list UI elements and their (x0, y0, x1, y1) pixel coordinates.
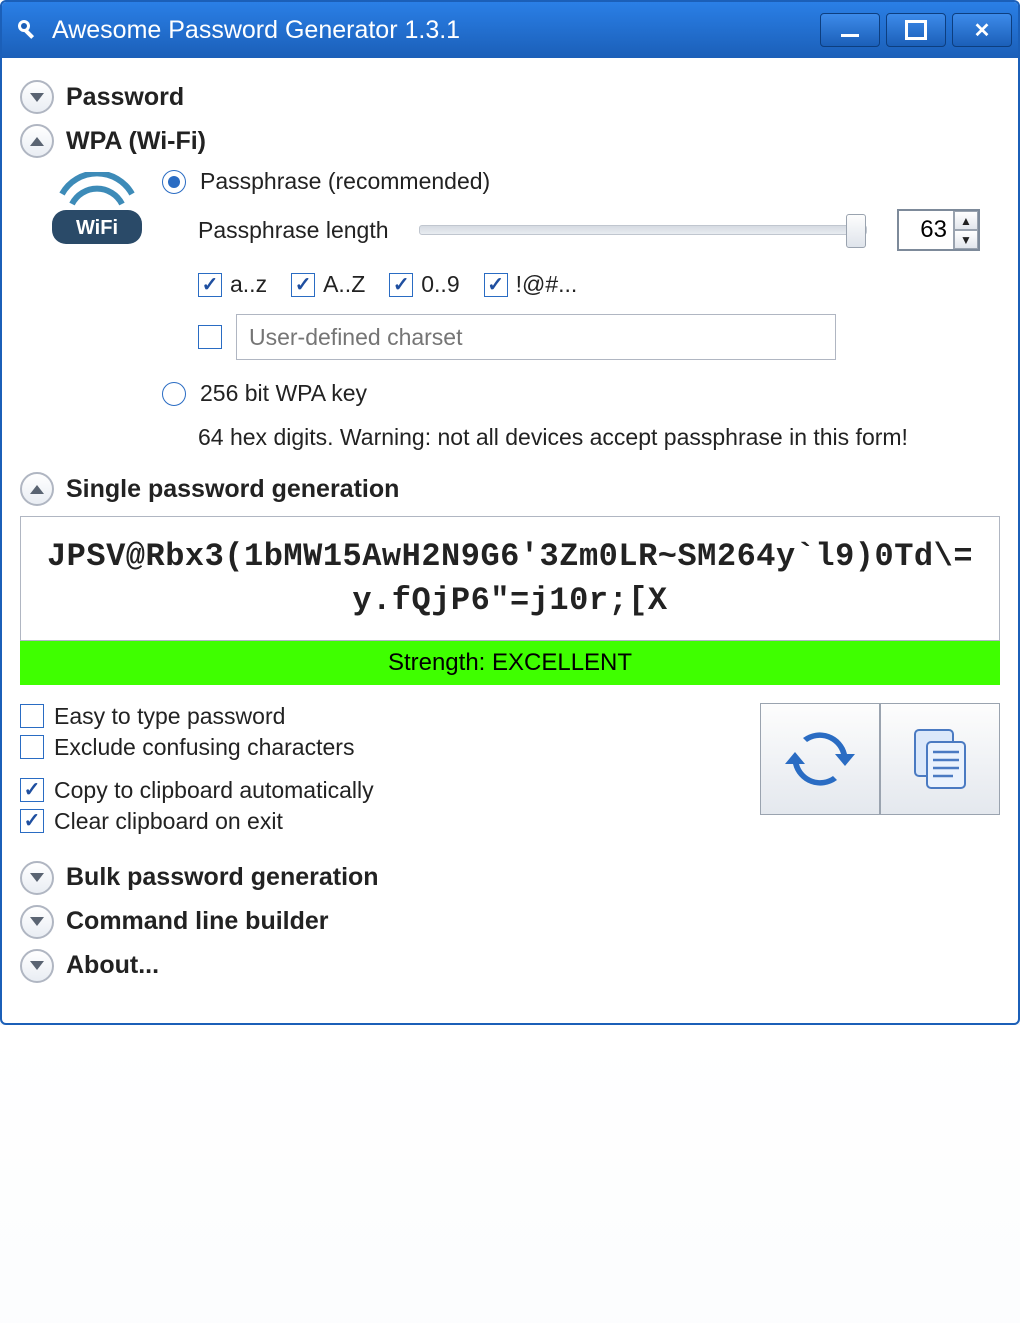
close-button[interactable] (952, 13, 1012, 47)
window-title: Awesome Password Generator 1.3.1 (52, 16, 820, 45)
length-spinner: ▲ ▼ (897, 209, 980, 251)
action-buttons (760, 703, 1000, 815)
label-easy: Easy to type password (54, 703, 285, 730)
checkbox-AZ[interactable] (291, 273, 315, 297)
label-exclude: Exclude confusing characters (54, 734, 354, 761)
section-bulk[interactable]: Bulk password generation (20, 861, 1000, 895)
chevron-down-icon[interactable] (20, 80, 54, 114)
chevron-up-icon[interactable] (20, 472, 54, 506)
titlebar: Awesome Password Generator 1.3.1 (2, 2, 1018, 58)
strength-bar: Strength: EXCELLENT (20, 641, 1000, 685)
checkbox-exclude[interactable] (20, 735, 44, 759)
label-digits: 0..9 (421, 271, 459, 298)
length-slider[interactable] (419, 225, 867, 235)
minimize-button[interactable] (820, 13, 880, 47)
checkbox-easy[interactable] (20, 704, 44, 728)
length-label: Passphrase length (198, 217, 389, 244)
window-controls (820, 13, 1012, 47)
length-row: Passphrase length ▲ ▼ (198, 209, 980, 251)
checkbox-symbols[interactable] (484, 273, 508, 297)
section-single-title: Single password generation (66, 475, 399, 504)
hex-note: 64 hex digits. Warning: not all devices … (198, 421, 980, 454)
refresh-icon (785, 724, 855, 794)
checkbox-copy[interactable] (20, 778, 44, 802)
chevron-down-icon[interactable] (20, 861, 54, 895)
wpakey-label: 256 bit WPA key (200, 380, 367, 407)
radio-wpakey[interactable] (162, 382, 186, 406)
label-copy: Copy to clipboard automatically (54, 777, 374, 804)
checkbox-digits[interactable] (389, 273, 413, 297)
app-icon (14, 16, 42, 44)
checkbox-clear[interactable] (20, 809, 44, 833)
slider-thumb[interactable] (846, 214, 866, 248)
section-about-title: About... (66, 951, 159, 980)
label-clear: Clear clipboard on exit (54, 808, 283, 835)
label-AZ: A..Z (323, 271, 365, 298)
options-row: Easy to type password Exclude confusing … (20, 703, 1000, 851)
generated-password[interactable]: JPSV@Rbx3(1bMW15AwH2N9G6'3Zm0LR~SM264y`l… (20, 516, 1000, 640)
userdef-input[interactable] (236, 314, 836, 360)
chevron-down-icon[interactable] (20, 905, 54, 939)
passphrase-radio-row[interactable]: Passphrase (recommended) (162, 168, 980, 195)
content-area: Password WPA (Wi-Fi) WiFi (2, 58, 1018, 983)
chevron-down-icon[interactable] (20, 949, 54, 983)
section-wpa-title: WPA (Wi-Fi) (66, 127, 206, 156)
regenerate-button[interactable] (760, 703, 880, 815)
copy-icon (903, 722, 977, 796)
maximize-button[interactable] (886, 13, 946, 47)
section-about[interactable]: About... (20, 949, 1000, 983)
section-single[interactable]: Single password generation (20, 472, 1000, 506)
chevron-up-icon[interactable] (20, 124, 54, 158)
length-input[interactable] (899, 211, 953, 249)
section-password-title: Password (66, 83, 184, 112)
section-password[interactable]: Password (20, 80, 1000, 114)
section-wpa[interactable]: WPA (Wi-Fi) (20, 124, 1000, 158)
wpakey-radio-row[interactable]: 256 bit WPA key (162, 380, 980, 407)
label-az: a..z (230, 271, 267, 298)
userdef-row (198, 314, 980, 360)
charset-row: a..z A..Z 0..9 !@#... (198, 271, 980, 298)
radio-passphrase[interactable] (162, 170, 186, 194)
wifi-icon: WiFi (42, 168, 162, 258)
section-bulk-title: Bulk password generation (66, 863, 379, 892)
svg-text:WiFi: WiFi (76, 217, 118, 239)
app-window: Awesome Password Generator 1.3.1 Passwor… (0, 0, 1020, 1025)
spinner-up[interactable]: ▲ (954, 211, 978, 230)
checkbox-az[interactable] (198, 273, 222, 297)
checkbox-userdef[interactable] (198, 325, 222, 349)
copy-button[interactable] (880, 703, 1000, 815)
label-symbols: !@#... (516, 271, 578, 298)
section-cli-title: Command line builder (66, 907, 329, 936)
section-cli[interactable]: Command line builder (20, 905, 1000, 939)
spinner-down[interactable]: ▼ (954, 230, 978, 249)
passphrase-label: Passphrase (recommended) (200, 168, 490, 195)
wpa-panel: WiFi Passphrase (recommended) Passphrase… (20, 168, 1000, 454)
